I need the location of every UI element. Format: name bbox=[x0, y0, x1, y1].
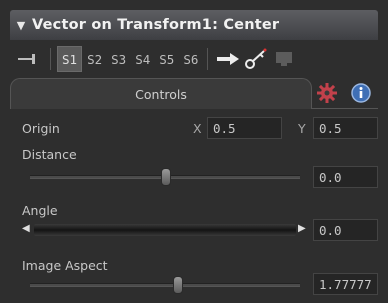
tab-bar: Controls bbox=[10, 78, 378, 109]
angle-left-arrow-icon[interactable]: ◀ bbox=[22, 223, 30, 234]
toolbar-divider bbox=[50, 48, 51, 70]
image-aspect-slider-track[interactable] bbox=[30, 283, 300, 287]
panel-title: Vector on Transform1: Center bbox=[32, 17, 280, 33]
angle-field[interactable]: 0.0 bbox=[313, 219, 378, 241]
tab-controls[interactable]: Controls bbox=[10, 78, 312, 109]
arrow-right-icon[interactable] bbox=[214, 46, 242, 72]
inspector-panel: ▼ Vector on Transform1: Center S1 S2 S3 … bbox=[0, 0, 388, 303]
slot-s6-button[interactable]: S6 bbox=[179, 47, 202, 71]
slot-s1-button[interactable]: S1 bbox=[57, 46, 83, 72]
angle-right-arrow-icon[interactable]: ▶ bbox=[298, 223, 306, 234]
origin-x-label: X bbox=[193, 121, 202, 136]
title-bar[interactable]: ▼ Vector on Transform1: Center bbox=[10, 10, 378, 40]
collapse-triangle-icon[interactable]: ▼ bbox=[10, 19, 32, 32]
angle-slider-bar[interactable] bbox=[34, 224, 296, 236]
origin-label: Origin bbox=[22, 121, 60, 136]
toolbar-divider bbox=[207, 48, 209, 70]
toolbar: S1 S2 S3 S4 S5 S6 bbox=[10, 44, 378, 74]
slot-s4-button[interactable]: S4 bbox=[131, 47, 154, 71]
distance-label: Distance bbox=[22, 147, 77, 162]
gear-icon[interactable] bbox=[312, 80, 342, 106]
image-aspect-slider-handle[interactable] bbox=[173, 276, 183, 294]
slot-s2-button[interactable]: S2 bbox=[83, 47, 106, 71]
info-icon[interactable] bbox=[346, 80, 376, 106]
origin-y-label: Y bbox=[298, 121, 306, 136]
origin-y-field[interactable]: 0.5 bbox=[313, 117, 378, 139]
monitor-icon[interactable] bbox=[270, 46, 298, 72]
distance-slider-handle[interactable] bbox=[161, 168, 171, 186]
angle-label: Angle bbox=[22, 203, 58, 218]
slot-s3-button[interactable]: S3 bbox=[107, 47, 130, 71]
image-aspect-field[interactable]: 1.77777 bbox=[313, 273, 378, 295]
key-icon[interactable] bbox=[242, 46, 270, 72]
pin-icon[interactable] bbox=[10, 46, 46, 72]
distance-field[interactable]: 0.0 bbox=[313, 166, 378, 188]
image-aspect-label: Image Aspect bbox=[22, 258, 108, 273]
slot-s5-button[interactable]: S5 bbox=[155, 47, 178, 71]
origin-x-field[interactable]: 0.5 bbox=[207, 117, 282, 139]
